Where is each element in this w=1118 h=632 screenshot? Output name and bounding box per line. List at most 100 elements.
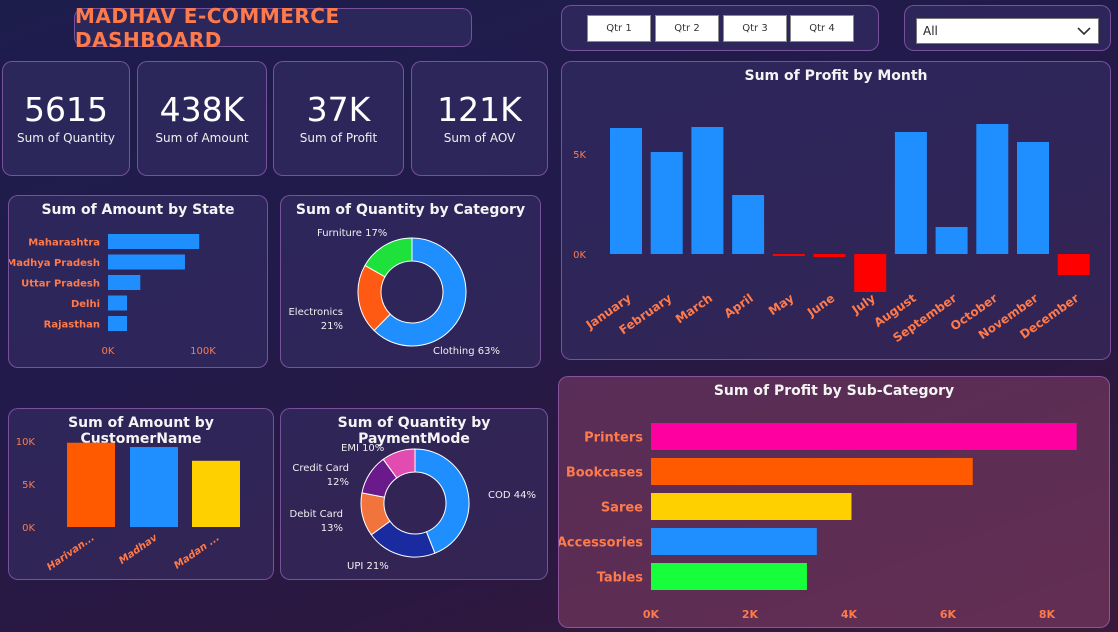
kpi-card-quantity: 5615 Sum of Quantity <box>2 61 130 176</box>
y-tick-label: 5K <box>573 150 586 161</box>
category-label: Uttar Pradesh <box>21 279 100 290</box>
kpi-label: Sum of Profit <box>299 131 378 146</box>
qtr4-button[interactable]: Qtr 4 <box>790 15 854 42</box>
chevron-down-icon <box>1077 27 1091 36</box>
category-chart-panel: Sum of Quantity by Category Clothing 63%… <box>280 195 541 368</box>
qtr3-button[interactable]: Qtr 3 <box>723 15 787 42</box>
category-label: Printers <box>584 431 643 446</box>
month-bar <box>894 132 927 254</box>
state-bar-chart: Maharashtra Madhya Pradesh Uttar Pradesh De… <box>9 234 216 357</box>
category-label: March <box>673 291 715 326</box>
category-label: Rajasthan <box>44 320 100 331</box>
quarter-slicer: Qtr 1 Qtr 2 Qtr 3 Qtr 4 <box>561 5 879 51</box>
month-bar <box>772 254 805 256</box>
month-bar <box>813 254 846 257</box>
y-tick-label: 10K <box>16 437 36 448</box>
month-bar <box>1017 142 1049 254</box>
kpi-label: Sum of Quantity <box>17 131 115 146</box>
y-tick-label: 0K <box>573 250 586 261</box>
month-bar <box>854 254 887 292</box>
category-label: Madhya Pradesh <box>9 258 100 269</box>
slice-label: Debit Card <box>290 509 343 520</box>
y-tick-label: 0K <box>22 523 35 534</box>
kpi-label: Sum of AOV <box>443 131 516 146</box>
category-donut-chart: Clothing 63% Electronics 21% Furniture 17% <box>288 228 500 357</box>
kpi-card-profit: 37K Sum of Profit <box>273 61 404 176</box>
x-tick-label: 4K <box>841 608 858 621</box>
y-tick-label: 5K <box>22 480 35 491</box>
filter-selected: All <box>923 24 938 38</box>
slice-label: Electronics <box>288 307 343 318</box>
category-label: April <box>722 291 756 321</box>
state-chart-panel: Sum of Amount by State Maharashtra Madhya… <box>8 195 268 368</box>
category-label: Tables <box>597 571 644 586</box>
x-tick-label: 0K <box>643 608 660 621</box>
state-bar <box>108 275 141 290</box>
x-tick-label: 6K <box>940 608 957 621</box>
state-bar <box>108 254 185 270</box>
x-tick-label: 2K <box>742 608 759 621</box>
category-label: May <box>766 291 797 318</box>
slice-label: Furniture 17% <box>317 228 387 239</box>
customer-bar-chart: 10K 5K 0K Harivan... Madhav Madan ... <box>16 437 240 573</box>
kpi-value: 438K <box>159 89 245 129</box>
month-bar <box>610 128 642 254</box>
month-bar <box>976 124 1009 254</box>
subcat-bar <box>651 423 1077 450</box>
category-label: Accessories <box>559 536 643 551</box>
customer-bar <box>192 460 240 527</box>
month-bar <box>650 152 683 254</box>
month-bar <box>691 127 724 254</box>
slice-label: COD 44% <box>488 490 536 501</box>
category-label: Saree <box>601 501 643 516</box>
kpi-label: Sum of Amount <box>155 131 249 146</box>
kpi-value: 5615 <box>24 89 108 129</box>
category-label: July <box>849 291 878 317</box>
payment-donut-chart: COD 44% UPI 21% Debit Card 13% Credit Card 12… <box>290 443 536 572</box>
customer-bar <box>130 447 178 527</box>
slice-label: EMI 10% <box>341 443 384 454</box>
month-bar <box>1057 254 1090 275</box>
slice-label: Credit Card <box>292 463 349 474</box>
month-bar-chart: 5K0KJanuaryFebruaryMarch April May June July… <box>573 124 1090 345</box>
subcat-bar <box>651 563 807 590</box>
subcat-chart-panel: Sum of Profit by Sub-Category Printers Bo… <box>558 376 1110 628</box>
subcat-bar <box>651 458 973 485</box>
slice-label: Clothing 63% <box>433 346 500 357</box>
category-label: Harivan... <box>45 532 97 573</box>
category-label: Madan ... <box>172 532 221 571</box>
kpi-card-aov: 121K Sum of AOV <box>411 61 548 176</box>
kpi-card-amount: 438K Sum of Amount <box>137 61 267 176</box>
payment-chart-panel: Sum of Quantity by PaymentMode COD 44% UP… <box>280 408 548 580</box>
state-bar <box>108 316 127 331</box>
slice-label: UPI 21% <box>347 561 389 572</box>
category-label: June <box>804 291 837 320</box>
subcat-bar <box>651 493 852 520</box>
subcat-bar <box>651 528 817 555</box>
x-tick-label: 0K <box>102 346 115 357</box>
category-label: Madhav <box>117 532 160 567</box>
month-chart-panel: Sum of Profit by Month 5K 0K January Februa… <box>561 61 1111 360</box>
slice-label: 21% <box>321 321 343 332</box>
category-label: Delhi <box>71 299 100 310</box>
dashboard-title: MADHAV E-COMMERCE DASHBOARD <box>74 4 472 52</box>
month-bar <box>732 195 765 254</box>
qtr2-button[interactable]: Qtr 2 <box>655 15 719 42</box>
qtr1-button[interactable]: Qtr 1 <box>587 15 651 42</box>
slice-label: 12% <box>327 477 349 488</box>
filter-dropdown[interactable]: All <box>916 18 1099 44</box>
category-label: Bookcases <box>566 466 643 481</box>
month-bar <box>935 227 968 254</box>
subcat-bar-chart: Printers Bookcases Saree Accessories Tables 0… <box>559 423 1077 621</box>
kpi-value: 37K <box>306 89 371 129</box>
filter-slicer: All <box>904 5 1111 51</box>
slice-label: 13% <box>321 523 343 534</box>
customer-bar <box>67 442 115 527</box>
customer-chart-panel: Sum of Amount by CustomerName 10K 5K 0K Har… <box>8 408 274 580</box>
state-bar <box>108 234 200 249</box>
category-label: Maharashtra <box>28 238 100 249</box>
x-tick-label: 100K <box>190 346 216 357</box>
x-tick-label: 8K <box>1039 608 1056 621</box>
kpi-value: 121K <box>437 89 522 129</box>
state-bar <box>108 295 127 311</box>
